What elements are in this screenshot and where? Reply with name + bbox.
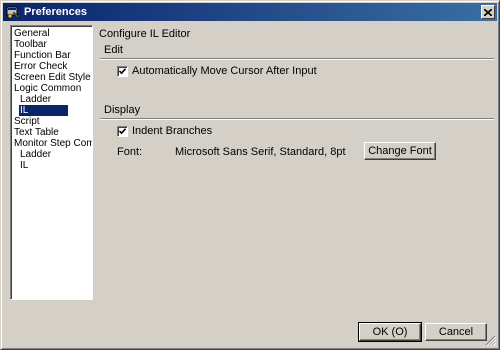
sidebar-item-label: IL bbox=[19, 105, 69, 116]
sidebar-item-label: Function Bar bbox=[14, 50, 71, 61]
sidebar-item-label: Logic Common bbox=[14, 83, 82, 94]
change-font-button[interactable]: Change Font bbox=[364, 142, 436, 160]
font-label: Font: bbox=[117, 146, 143, 158]
checkmark-icon bbox=[118, 67, 127, 74]
category-tree[interactable]: General Toolbar Function Bar Error Check Scr… bbox=[10, 25, 93, 300]
indent-branches-checkbox[interactable] bbox=[117, 125, 128, 137]
close-button[interactable] bbox=[481, 5, 495, 19]
sidebar-item-general[interactable]: General bbox=[11, 28, 92, 39]
sidebar-item-text-table[interactable]: Text Table bbox=[11, 127, 92, 138]
category-tree-list: General Toolbar Function Bar Error Check Scr… bbox=[11, 26, 92, 171]
sidebar-item-label: IL bbox=[20, 160, 29, 171]
sidebar-item-error-check[interactable]: Error Check bbox=[11, 61, 92, 72]
sidebar-item-label: Ladder bbox=[20, 94, 52, 105]
font-value: Microsoft Sans Serif, Standard, 8pt bbox=[175, 146, 346, 158]
ok-button[interactable]: OK (O) bbox=[358, 322, 422, 342]
sidebar-item-label: Toolbar bbox=[14, 39, 47, 50]
sidebar-item-il-sub[interactable]: IL bbox=[11, 160, 92, 171]
auto-move-cursor-row[interactable]: Automatically Move Cursor After Input bbox=[117, 65, 317, 77]
sidebar-item-monitor-step-commor[interactable]: Monitor Step Commor bbox=[11, 138, 92, 149]
sidebar-item-label: General bbox=[14, 28, 50, 39]
sidebar-item-il-sub[interactable]: IL bbox=[11, 105, 92, 116]
preferences-app-icon bbox=[6, 5, 20, 19]
sidebar-item-toolbar[interactable]: Toolbar bbox=[11, 39, 92, 50]
sidebar-item-label: Error Check bbox=[14, 61, 68, 72]
display-section-label: Display bbox=[104, 104, 141, 116]
sidebar-item-screen-edit-style[interactable]: Screen Edit Style bbox=[11, 72, 92, 83]
sidebar-item-label: Text Table bbox=[14, 127, 59, 138]
window-title: Preferences bbox=[24, 6, 87, 18]
title-bar[interactable]: Preferences bbox=[3, 3, 497, 21]
checkmark-icon bbox=[118, 127, 127, 134]
sidebar-item-ladder-sub[interactable]: Ladder bbox=[11, 94, 92, 105]
sidebar-item-ladder-sub[interactable]: Ladder bbox=[11, 149, 92, 160]
preferences-window: Preferences General Toolbar Function Bar Er… bbox=[0, 0, 500, 350]
indent-branches-label: Indent Branches bbox=[132, 125, 213, 137]
auto-move-cursor-label: Automatically Move Cursor After Input bbox=[132, 65, 317, 77]
resize-grip-icon[interactable] bbox=[485, 335, 496, 346]
close-icon bbox=[484, 8, 492, 16]
display-section-divider bbox=[100, 118, 494, 120]
sidebar-item-script[interactable]: Script bbox=[11, 116, 92, 127]
sidebar-item-label: Monitor Step Commor bbox=[14, 138, 93, 149]
page-title: Configure IL Editor bbox=[99, 28, 191, 40]
sidebar-item-label: Screen Edit Style bbox=[14, 72, 91, 83]
cancel-button[interactable]: Cancel bbox=[425, 323, 487, 341]
auto-move-cursor-checkbox[interactable] bbox=[117, 65, 128, 77]
sidebar-item-label: Script bbox=[14, 116, 40, 127]
sidebar-item-function-bar[interactable]: Function Bar bbox=[11, 50, 92, 61]
edit-section-divider bbox=[100, 58, 494, 60]
sidebar-item-label: Ladder bbox=[20, 149, 52, 160]
indent-branches-row[interactable]: Indent Branches bbox=[117, 125, 212, 137]
edit-section-label: Edit bbox=[104, 44, 123, 56]
sidebar-item-logic-common[interactable]: Logic Common bbox=[11, 83, 92, 94]
